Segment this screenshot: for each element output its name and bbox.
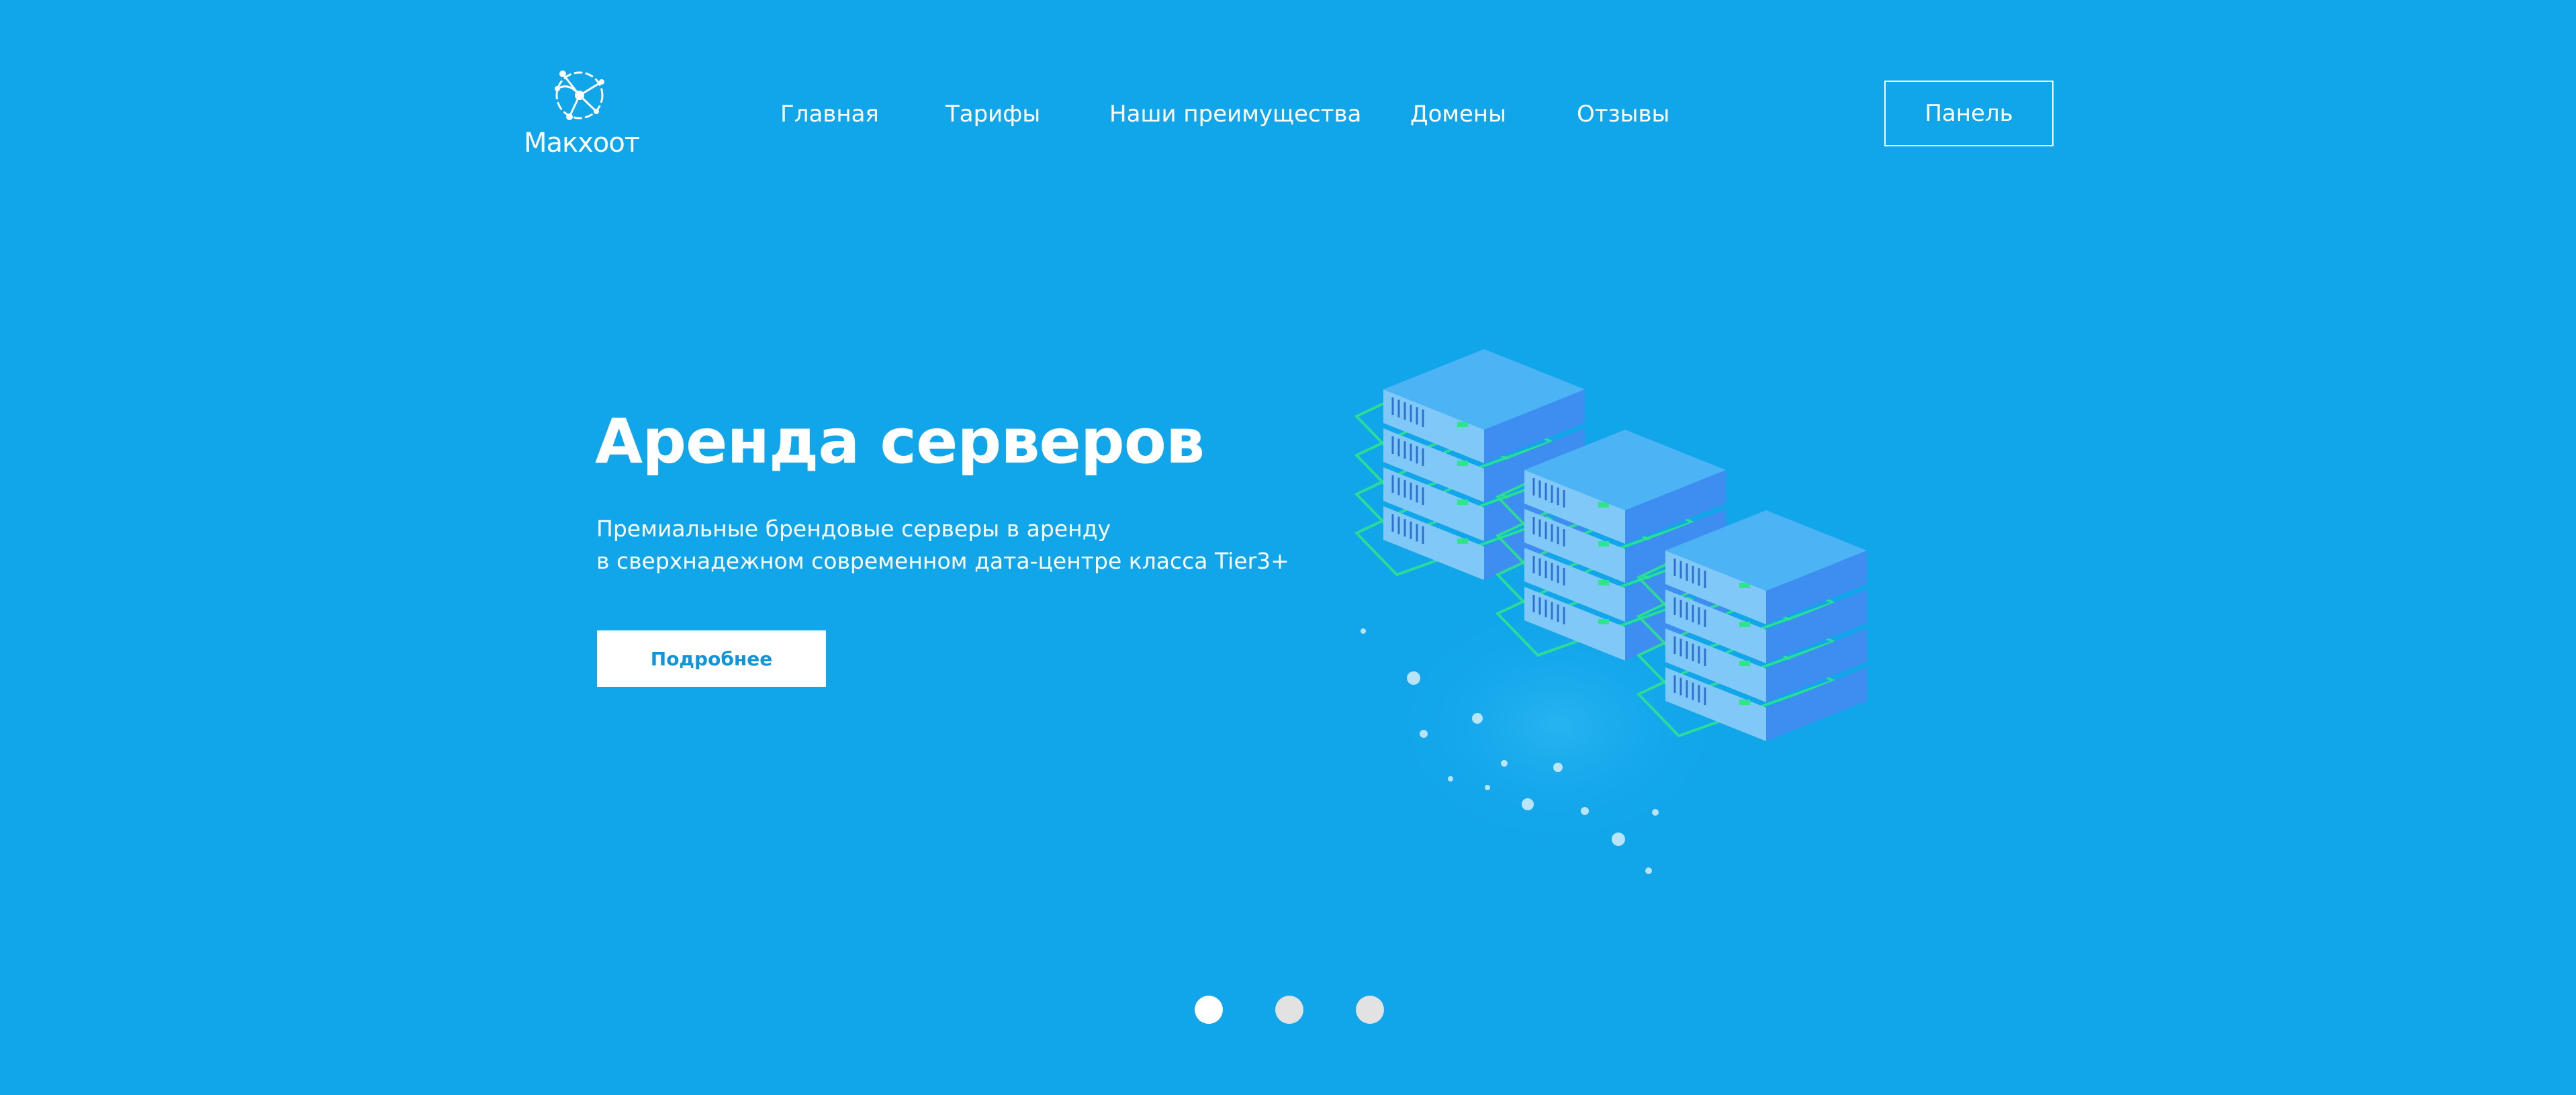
nav-item-home[interactable]: Главная (780, 99, 879, 129)
particle-dot (1472, 713, 1483, 724)
status-led (1598, 580, 1609, 585)
particle-dot (1652, 809, 1659, 816)
hero-subtitle-line-2: в сверхнадежном современном дата-центре … (596, 548, 1289, 574)
nav-item-reviews[interactable]: Отзывы (1577, 99, 1669, 129)
particle-dot (1485, 785, 1490, 790)
status-led (1739, 661, 1750, 666)
hero-subtitle-line-1: Премиальные брендовые серверы в аренду (596, 516, 1111, 542)
server-racks-illustration (1354, 349, 1867, 874)
brand-logo[interactable]: Макхоот (522, 62, 640, 162)
particle-dot (1420, 730, 1428, 738)
hero-title: Аренда серверов (595, 406, 1205, 477)
particle-dot (1501, 760, 1508, 767)
status-led (1457, 461, 1468, 466)
status-led (1457, 499, 1468, 505)
logo-emblem-icon (555, 70, 604, 120)
brand-name: Макхоот (524, 128, 640, 158)
panel-button[interactable]: Панель (1884, 81, 2054, 146)
nav-item-tariffs[interactable]: Тарифы (946, 99, 1040, 129)
particle-dot (1612, 832, 1625, 846)
slider-dot-3[interactable] (1356, 996, 1384, 1024)
status-led (1598, 619, 1609, 624)
hero-subtitle: Премиальные брендовые серверы в аренду в… (596, 513, 1289, 577)
slider-dot-2[interactable] (1275, 996, 1303, 1024)
nav-item-domains[interactable]: Домены (1410, 99, 1506, 129)
slider-dot-1[interactable] (1195, 996, 1223, 1024)
status-led (1739, 622, 1750, 627)
particle-dot (1581, 807, 1589, 815)
status-led (1739, 700, 1750, 705)
particle-dot (1407, 671, 1420, 685)
nav-item-advantages[interactable]: Наши преимущества (1109, 99, 1361, 129)
status-led (1457, 538, 1468, 544)
particle-dot (1522, 798, 1534, 810)
particle-dot (1645, 867, 1652, 874)
particle-dot (1553, 763, 1563, 772)
particle-dot (1361, 628, 1366, 634)
particle-dot (1448, 776, 1453, 781)
more-button[interactable]: Подробнее (597, 630, 826, 687)
status-led (1598, 541, 1609, 546)
